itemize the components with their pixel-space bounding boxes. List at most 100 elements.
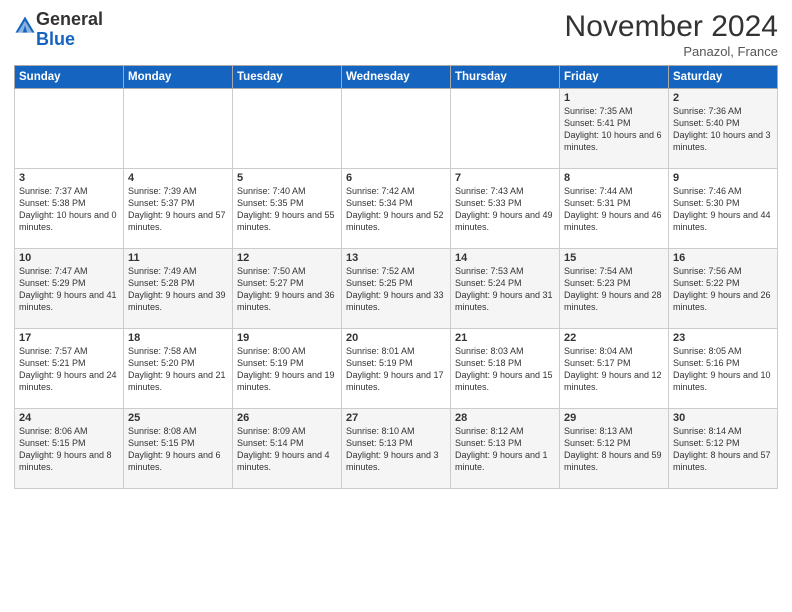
day-number: 15 (564, 252, 664, 264)
day-number: 2 (673, 92, 773, 104)
calendar-table: SundayMondayTuesdayWednesdayThursdayFrid… (14, 65, 778, 489)
day-cell: 9Sunrise: 7:46 AM Sunset: 5:30 PM Daylig… (669, 169, 778, 249)
day-cell: 19Sunrise: 8:00 AM Sunset: 5:19 PM Dayli… (233, 329, 342, 409)
day-detail: Sunrise: 7:43 AM Sunset: 5:33 PM Dayligh… (455, 185, 555, 234)
day-number: 3 (19, 172, 119, 184)
day-cell: 1Sunrise: 7:35 AM Sunset: 5:41 PM Daylig… (560, 89, 669, 169)
day-cell (124, 89, 233, 169)
week-row-2: 3Sunrise: 7:37 AM Sunset: 5:38 PM Daylig… (15, 169, 778, 249)
location-subtitle: Panazol, France (565, 44, 778, 59)
day-cell: 28Sunrise: 8:12 AM Sunset: 5:13 PM Dayli… (451, 409, 560, 489)
day-number: 20 (346, 332, 446, 344)
day-detail: Sunrise: 7:37 AM Sunset: 5:38 PM Dayligh… (19, 185, 119, 234)
day-detail: Sunrise: 8:13 AM Sunset: 5:12 PM Dayligh… (564, 425, 664, 474)
day-cell (233, 89, 342, 169)
day-number: 24 (19, 412, 119, 424)
day-detail: Sunrise: 7:50 AM Sunset: 5:27 PM Dayligh… (237, 265, 337, 314)
day-cell: 27Sunrise: 8:10 AM Sunset: 5:13 PM Dayli… (342, 409, 451, 489)
week-row-3: 10Sunrise: 7:47 AM Sunset: 5:29 PM Dayli… (15, 249, 778, 329)
day-cell: 7Sunrise: 7:43 AM Sunset: 5:33 PM Daylig… (451, 169, 560, 249)
day-detail: Sunrise: 7:35 AM Sunset: 5:41 PM Dayligh… (564, 105, 664, 154)
day-number: 8 (564, 172, 664, 184)
day-detail: Sunrise: 8:04 AM Sunset: 5:17 PM Dayligh… (564, 345, 664, 394)
week-row-1: 1Sunrise: 7:35 AM Sunset: 5:41 PM Daylig… (15, 89, 778, 169)
day-cell: 30Sunrise: 8:14 AM Sunset: 5:12 PM Dayli… (669, 409, 778, 489)
day-cell: 21Sunrise: 8:03 AM Sunset: 5:18 PM Dayli… (451, 329, 560, 409)
day-detail: Sunrise: 7:53 AM Sunset: 5:24 PM Dayligh… (455, 265, 555, 314)
logo-text: General Blue (36, 10, 103, 50)
page-container: General Blue November 2024 Panazol, Fran… (0, 0, 792, 497)
day-cell: 29Sunrise: 8:13 AM Sunset: 5:12 PM Dayli… (560, 409, 669, 489)
month-title: November 2024 (565, 10, 778, 44)
day-number: 23 (673, 332, 773, 344)
header: General Blue November 2024 Panazol, Fran… (14, 10, 778, 59)
day-detail: Sunrise: 8:01 AM Sunset: 5:19 PM Dayligh… (346, 345, 446, 394)
day-detail: Sunrise: 7:54 AM Sunset: 5:23 PM Dayligh… (564, 265, 664, 314)
day-number: 4 (128, 172, 228, 184)
day-number: 28 (455, 412, 555, 424)
day-number: 26 (237, 412, 337, 424)
calendar-body: 1Sunrise: 7:35 AM Sunset: 5:41 PM Daylig… (15, 89, 778, 489)
weekday-header-saturday: Saturday (669, 66, 778, 89)
day-detail: Sunrise: 7:52 AM Sunset: 5:25 PM Dayligh… (346, 265, 446, 314)
day-number: 30 (673, 412, 773, 424)
day-detail: Sunrise: 8:00 AM Sunset: 5:19 PM Dayligh… (237, 345, 337, 394)
day-number: 6 (346, 172, 446, 184)
weekday-header-row: SundayMondayTuesdayWednesdayThursdayFrid… (15, 66, 778, 89)
day-number: 12 (237, 252, 337, 264)
day-number: 5 (237, 172, 337, 184)
day-cell: 25Sunrise: 8:08 AM Sunset: 5:15 PM Dayli… (124, 409, 233, 489)
day-number: 1 (564, 92, 664, 104)
day-detail: Sunrise: 8:12 AM Sunset: 5:13 PM Dayligh… (455, 425, 555, 474)
day-detail: Sunrise: 8:06 AM Sunset: 5:15 PM Dayligh… (19, 425, 119, 474)
logo: General Blue (14, 10, 103, 50)
day-cell: 18Sunrise: 7:58 AM Sunset: 5:20 PM Dayli… (124, 329, 233, 409)
week-row-4: 17Sunrise: 7:57 AM Sunset: 5:21 PM Dayli… (15, 329, 778, 409)
day-detail: Sunrise: 7:44 AM Sunset: 5:31 PM Dayligh… (564, 185, 664, 234)
day-detail: Sunrise: 7:39 AM Sunset: 5:37 PM Dayligh… (128, 185, 228, 234)
day-detail: Sunrise: 7:49 AM Sunset: 5:28 PM Dayligh… (128, 265, 228, 314)
weekday-header-monday: Monday (124, 66, 233, 89)
day-number: 17 (19, 332, 119, 344)
day-detail: Sunrise: 7:36 AM Sunset: 5:40 PM Dayligh… (673, 105, 773, 154)
day-detail: Sunrise: 8:03 AM Sunset: 5:18 PM Dayligh… (455, 345, 555, 394)
day-number: 29 (564, 412, 664, 424)
day-cell: 2Sunrise: 7:36 AM Sunset: 5:40 PM Daylig… (669, 89, 778, 169)
day-number: 14 (455, 252, 555, 264)
day-number: 16 (673, 252, 773, 264)
day-cell: 12Sunrise: 7:50 AM Sunset: 5:27 PM Dayli… (233, 249, 342, 329)
day-detail: Sunrise: 7:47 AM Sunset: 5:29 PM Dayligh… (19, 265, 119, 314)
day-cell: 15Sunrise: 7:54 AM Sunset: 5:23 PM Dayli… (560, 249, 669, 329)
day-cell: 20Sunrise: 8:01 AM Sunset: 5:19 PM Dayli… (342, 329, 451, 409)
title-area: November 2024 Panazol, France (565, 10, 778, 59)
day-number: 22 (564, 332, 664, 344)
day-detail: Sunrise: 7:46 AM Sunset: 5:30 PM Dayligh… (673, 185, 773, 234)
day-cell: 5Sunrise: 7:40 AM Sunset: 5:35 PM Daylig… (233, 169, 342, 249)
day-cell: 8Sunrise: 7:44 AM Sunset: 5:31 PM Daylig… (560, 169, 669, 249)
day-cell (451, 89, 560, 169)
day-cell: 16Sunrise: 7:56 AM Sunset: 5:22 PM Dayli… (669, 249, 778, 329)
day-cell: 13Sunrise: 7:52 AM Sunset: 5:25 PM Dayli… (342, 249, 451, 329)
day-cell: 14Sunrise: 7:53 AM Sunset: 5:24 PM Dayli… (451, 249, 560, 329)
day-cell: 17Sunrise: 7:57 AM Sunset: 5:21 PM Dayli… (15, 329, 124, 409)
day-detail: Sunrise: 7:58 AM Sunset: 5:20 PM Dayligh… (128, 345, 228, 394)
day-number: 11 (128, 252, 228, 264)
week-row-5: 24Sunrise: 8:06 AM Sunset: 5:15 PM Dayli… (15, 409, 778, 489)
day-cell (15, 89, 124, 169)
day-number: 18 (128, 332, 228, 344)
day-cell: 11Sunrise: 7:49 AM Sunset: 5:28 PM Dayli… (124, 249, 233, 329)
day-number: 21 (455, 332, 555, 344)
day-detail: Sunrise: 8:08 AM Sunset: 5:15 PM Dayligh… (128, 425, 228, 474)
day-cell: 4Sunrise: 7:39 AM Sunset: 5:37 PM Daylig… (124, 169, 233, 249)
day-cell: 26Sunrise: 8:09 AM Sunset: 5:14 PM Dayli… (233, 409, 342, 489)
day-detail: Sunrise: 8:14 AM Sunset: 5:12 PM Dayligh… (673, 425, 773, 474)
day-number: 27 (346, 412, 446, 424)
day-cell: 10Sunrise: 7:47 AM Sunset: 5:29 PM Dayli… (15, 249, 124, 329)
day-cell (342, 89, 451, 169)
weekday-header-sunday: Sunday (15, 66, 124, 89)
day-number: 19 (237, 332, 337, 344)
weekday-header-wednesday: Wednesday (342, 66, 451, 89)
day-detail: Sunrise: 7:56 AM Sunset: 5:22 PM Dayligh… (673, 265, 773, 314)
logo-icon (14, 15, 36, 37)
day-detail: Sunrise: 7:42 AM Sunset: 5:34 PM Dayligh… (346, 185, 446, 234)
